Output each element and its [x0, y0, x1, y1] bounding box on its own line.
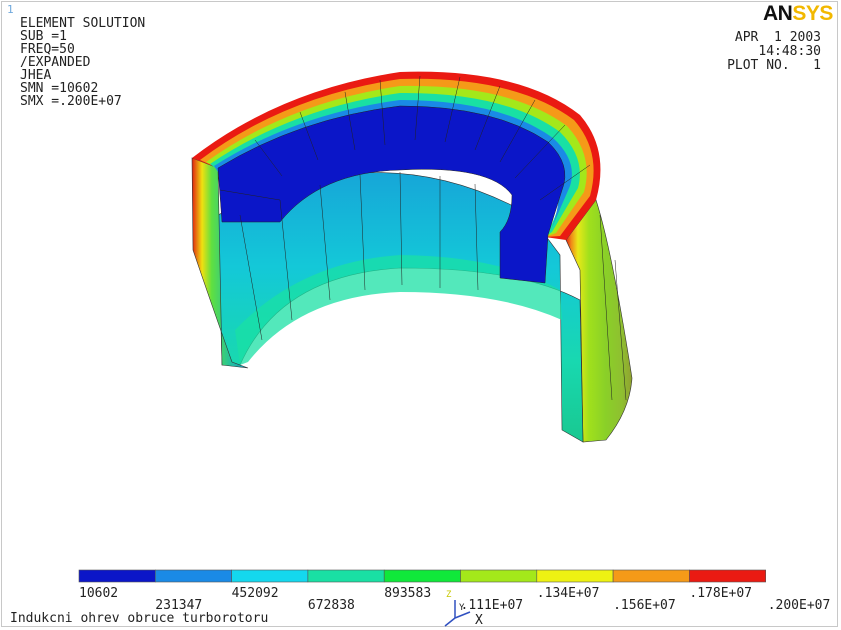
- axis-triad: X Y Z: [444, 590, 483, 628]
- triad-z-label: Z: [446, 590, 452, 600]
- triad-y-label: Y: [459, 603, 465, 613]
- plot-title: Indukcni ohrev obruce turborotoru: [10, 611, 269, 626]
- triad-x-label: X: [475, 613, 483, 628]
